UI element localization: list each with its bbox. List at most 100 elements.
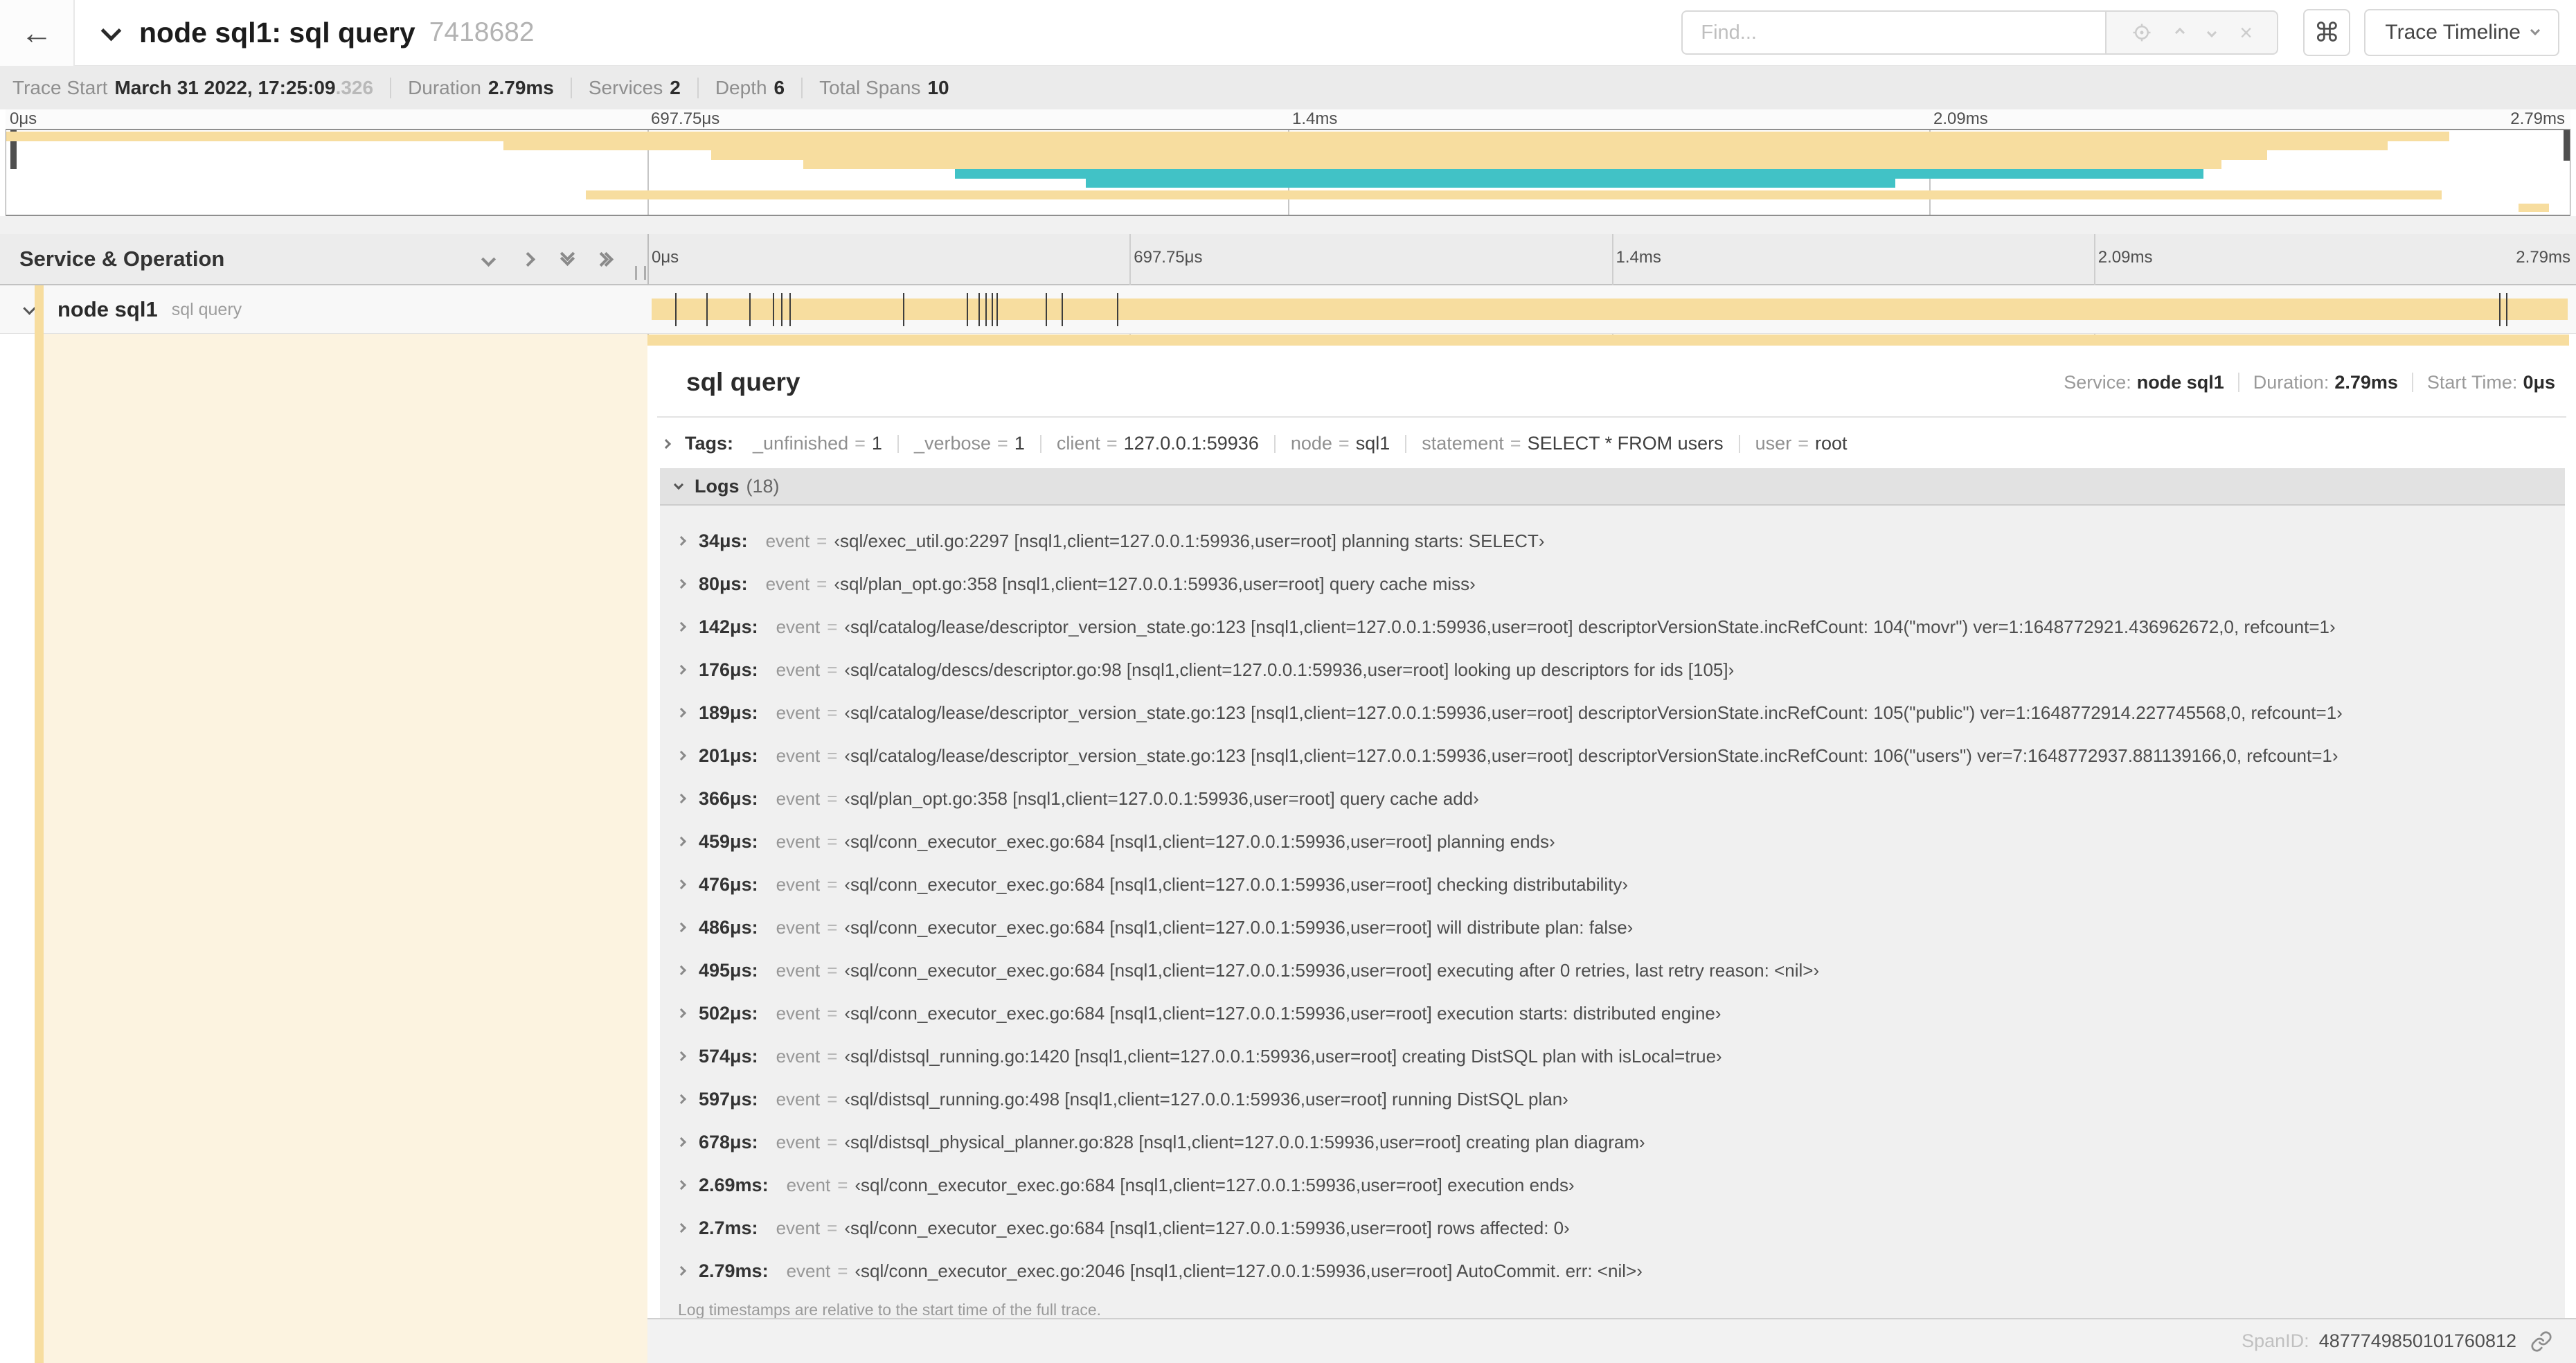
log-row[interactable]: 189μs: event = ‹sql/catalog/lease/descripto… bbox=[660, 691, 2565, 734]
equals-sign: = bbox=[827, 873, 838, 895]
log-expand-chevron-icon bbox=[676, 535, 687, 546]
log-row[interactable]: 2.7ms: event = ‹sql/conn_executor_exec.go:6… bbox=[660, 1206, 2565, 1249]
overview-value: node sql1 bbox=[2136, 371, 2224, 393]
find-input[interactable] bbox=[1681, 10, 2106, 55]
log-row[interactable]: 476μs: event = ‹sql/conn_executor_exec.go:6… bbox=[660, 863, 2565, 906]
separator bbox=[570, 77, 572, 98]
minimap-canvas[interactable] bbox=[6, 129, 2570, 216]
log-row[interactable]: 678μs: event = ‹sql/distsql_physical_planne… bbox=[660, 1121, 2565, 1164]
tag-value: 1 bbox=[1014, 433, 1025, 454]
equals-sign: = bbox=[837, 1260, 848, 1281]
log-row[interactable]: 366μs: event = ‹sql/plan_opt.go:358 [nsql1,… bbox=[660, 777, 2565, 820]
log-field-key: event bbox=[776, 1217, 821, 1238]
find-prev-icon[interactable] bbox=[2175, 27, 2185, 38]
timeline-ruler: 0μs 697.75μs 1.4ms 2.09ms 2.79ms bbox=[647, 234, 2576, 284]
minimap-gap bbox=[0, 216, 2576, 234]
log-expand-chevron-icon bbox=[676, 1265, 687, 1276]
log-row[interactable]: 459μs: event = ‹sql/conn_executor_exec.go:6… bbox=[660, 820, 2565, 863]
expand-one-icon[interactable] bbox=[520, 251, 536, 267]
equals-sign: = bbox=[827, 787, 838, 809]
log-field-value: ‹sql/catalog/lease/descriptor_version_st… bbox=[844, 745, 2338, 766]
log-marker-tick bbox=[749, 293, 751, 326]
log-row[interactable]: 486μs: event = ‹sql/conn_executor_exec.go:6… bbox=[660, 906, 2565, 949]
equals-sign: = bbox=[1798, 433, 1809, 454]
log-timestamp: 2.79ms: bbox=[699, 1260, 769, 1281]
deep-link-icon[interactable] bbox=[2530, 1330, 2552, 1353]
trace-stat-value: 2 bbox=[670, 76, 681, 98]
tag-item: node = sql1 bbox=[1291, 433, 1390, 454]
keyboard-shortcuts-button[interactable]: ⌘ bbox=[2303, 9, 2351, 56]
log-expand-chevron-icon bbox=[676, 578, 687, 589]
tag-value: root bbox=[1814, 433, 1848, 454]
locate-icon[interactable] bbox=[2131, 22, 2152, 43]
equals-sign: = bbox=[827, 659, 838, 680]
log-field-value: ‹sql/conn_executor_exec.go:684 [nsql1,cl… bbox=[844, 830, 1555, 852]
trace-view-selector[interactable]: Trace Timeline bbox=[2364, 9, 2559, 56]
separator bbox=[2411, 373, 2413, 392]
log-row[interactable]: 2.69ms: event = ‹sql/conn_executor_exec.go:… bbox=[660, 1164, 2565, 1206]
time-tick-label: 2.79ms bbox=[2510, 109, 2565, 128]
log-field-value: ‹sql/conn_executor_exec.go:684 [nsql1,cl… bbox=[844, 1002, 1721, 1024]
equals-sign: = bbox=[827, 1002, 838, 1024]
log-row[interactable]: 34μs: event = ‹sql/exec_util.go:2297 [nsql1… bbox=[660, 519, 2565, 562]
trace-stat: Duration 2.79ms bbox=[408, 77, 554, 99]
time-tick-label: 2.79ms bbox=[2516, 248, 2570, 267]
log-expand-chevron-icon bbox=[676, 750, 687, 761]
find-clear-icon[interactable]: × bbox=[2239, 21, 2253, 44]
log-timestamp: 486μs: bbox=[699, 916, 758, 938]
log-marker-tick bbox=[706, 293, 708, 326]
collapse-one-icon[interactable] bbox=[481, 251, 497, 267]
span-detail-title: sql query bbox=[686, 368, 800, 396]
span-detail-header: sql query Service: node sql1 Duration: 2.79… bbox=[647, 346, 2576, 397]
span-bar-area[interactable] bbox=[647, 285, 2576, 334]
back-button[interactable]: ← bbox=[0, 0, 75, 66]
log-expand-chevron-icon bbox=[676, 965, 687, 976]
log-row[interactable]: 201μs: event = ‹sql/catalog/lease/descripto… bbox=[660, 734, 2565, 777]
equals-sign: = bbox=[837, 1174, 848, 1195]
log-row[interactable]: 176μs: event = ‹sql/catalog/descs/descripto… bbox=[660, 648, 2565, 691]
title-collapse-chevron-icon[interactable] bbox=[100, 20, 122, 41]
log-timestamp: 2.7ms: bbox=[699, 1217, 758, 1238]
log-row[interactable]: 142μs: event = ‹sql/catalog/lease/descripto… bbox=[660, 605, 2565, 648]
log-row[interactable]: 597μs: event = ‹sql/distsql_running.go:498 … bbox=[660, 1078, 2565, 1121]
log-row[interactable]: 502μs: event = ‹sql/conn_executor_exec.go:6… bbox=[660, 992, 2565, 1035]
log-expand-chevron-icon bbox=[676, 1094, 687, 1105]
log-field-value: ‹sql/catalog/descs/descriptor.go:98 [nsq… bbox=[844, 659, 1735, 680]
log-row[interactable]: 2.79ms: event = ‹sql/conn_executor_exec.go:… bbox=[660, 1249, 2565, 1292]
minimap-span-bar bbox=[1085, 178, 1896, 188]
log-field-value: ‹sql/catalog/lease/descriptor_version_st… bbox=[844, 702, 2343, 723]
column-resizer-grip[interactable] bbox=[635, 266, 646, 280]
log-row[interactable]: 495μs: event = ‹sql/conn_executor_exec.go:6… bbox=[660, 949, 2565, 992]
logs-list: 34μs: event = ‹sql/exec_util.go:2297 [nsql1… bbox=[660, 506, 2565, 1295]
log-row[interactable]: 574μs: event = ‹sql/distsql_running.go:1420… bbox=[660, 1035, 2565, 1078]
log-timestamp: 495μs: bbox=[699, 959, 758, 981]
log-row[interactable]: 80μs: event = ‹sql/plan_opt.go:358 [nsql1,c… bbox=[660, 562, 2565, 605]
tag-item: user = root bbox=[1755, 433, 1848, 454]
trace-id-short: 7418682 bbox=[429, 17, 535, 47]
logs-note: Log timestamps are relative to the start… bbox=[660, 1295, 2565, 1318]
log-expand-chevron-icon bbox=[676, 1222, 687, 1233]
log-field-key: event bbox=[776, 1088, 821, 1110]
span-row-name[interactable]: node sql1 sql query bbox=[0, 285, 647, 334]
trace-stat-label: Total Spans bbox=[819, 76, 921, 98]
minimap-span-bar bbox=[6, 132, 2449, 141]
log-field-value: ‹sql/distsql_physical_planner.go:828 [ns… bbox=[844, 1131, 1645, 1152]
tag-value: 1 bbox=[871, 433, 882, 454]
logs-header[interactable]: Logs (18) bbox=[660, 468, 2565, 506]
trace-stat-value: 6 bbox=[773, 76, 785, 98]
log-marker-tick bbox=[902, 293, 904, 326]
span-collapse-chevron-icon[interactable] bbox=[23, 301, 36, 315]
log-field-value: ‹sql/distsql_running.go:1420 [nsql1,clie… bbox=[844, 1045, 1722, 1067]
collapse-all-icon[interactable] bbox=[560, 246, 575, 267]
timeline-header-row: Service & Operation 0μs 697.75μs 1.4ms 2.09… bbox=[0, 234, 2576, 285]
tag-value: sql1 bbox=[1355, 433, 1390, 454]
service-operation-header: Service & Operation bbox=[0, 234, 647, 284]
find-next-icon[interactable] bbox=[2206, 27, 2217, 38]
minimap-right-scrubber[interactable] bbox=[2564, 130, 2570, 161]
log-field-key: event bbox=[776, 745, 821, 766]
tags-row[interactable]: Tags: _unfinished = 1 _verbose = 1 client = 127.… bbox=[647, 418, 2576, 454]
separator bbox=[1738, 434, 1740, 453]
expand-all-icon[interactable] bbox=[593, 251, 614, 267]
log-field-value: ‹sql/conn_executor_exec.go:684 [nsql1,cl… bbox=[844, 916, 1634, 938]
log-marker-tick bbox=[1117, 293, 1119, 326]
